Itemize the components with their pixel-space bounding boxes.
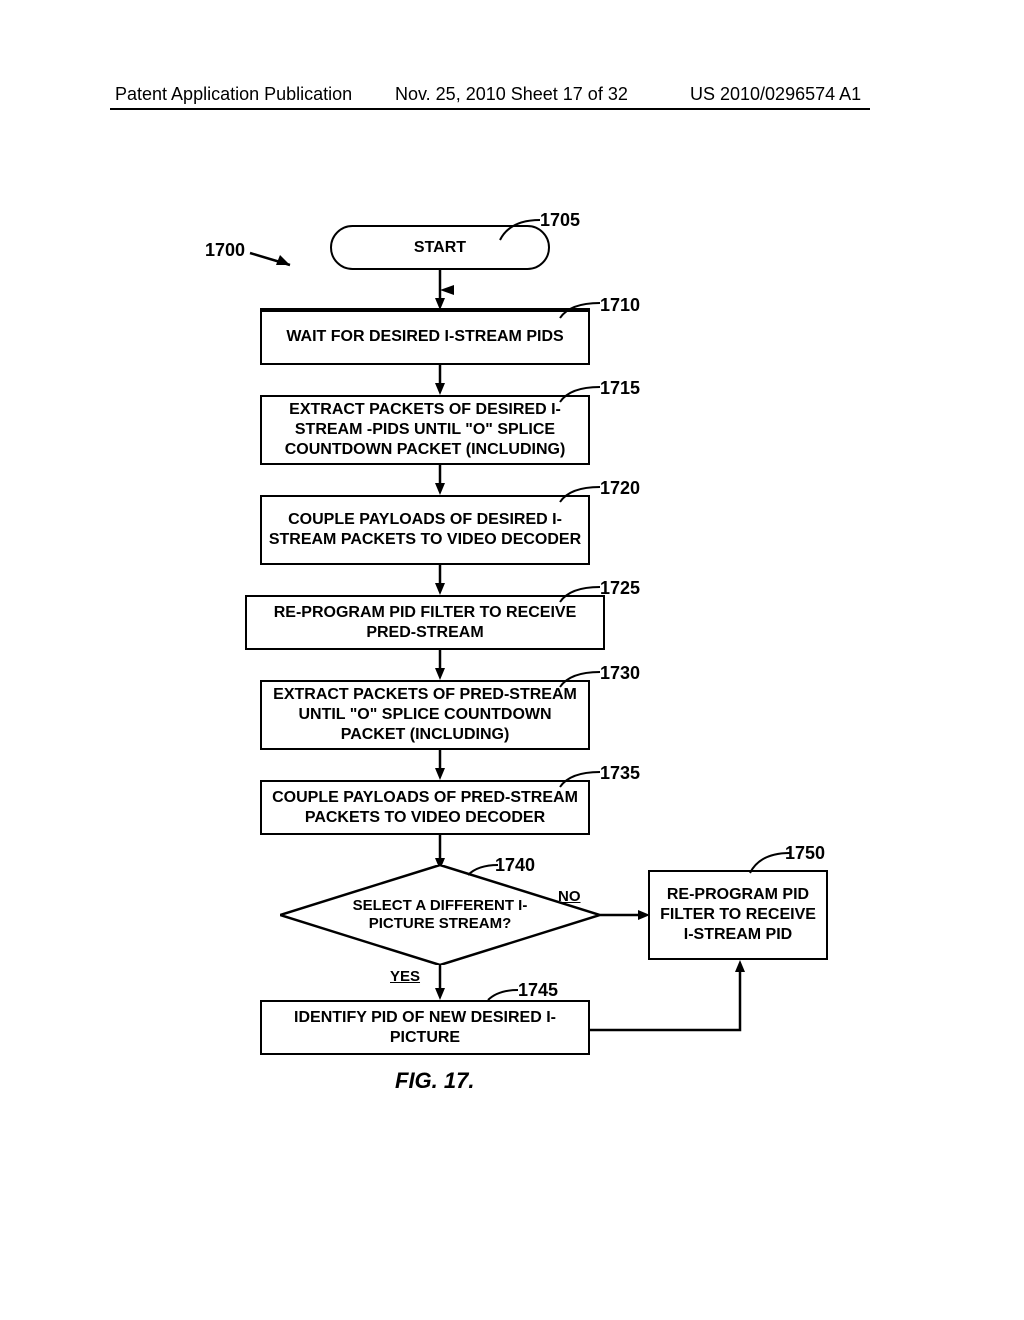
- arrow-right-icon: [600, 910, 650, 926]
- arrow-down-icon: [435, 965, 455, 1000]
- leader-icon: [500, 215, 550, 245]
- arrow-flag-icon: [250, 245, 310, 265]
- header-center: Nov. 25, 2010 Sheet 17 of 32: [395, 84, 628, 105]
- header-right: US 2010/0296574 A1: [690, 84, 861, 105]
- yes-label: YES: [390, 968, 420, 985]
- header-left: Patent Application Publication: [115, 84, 352, 105]
- no-label: NO: [558, 888, 581, 905]
- page: Patent Application Publication Nov. 25, …: [0, 0, 1024, 1320]
- leader-icon: [488, 985, 528, 1005]
- connector-icon: [590, 960, 760, 1040]
- ref-1700: 1700: [205, 240, 245, 261]
- step-1745: IDENTIFY PID OF NEW DESIRED I-PICTURE: [260, 1000, 590, 1055]
- header-rule: [110, 108, 870, 110]
- feedback-merge-icon: [440, 285, 840, 885]
- figure-caption: FIG. 17.: [395, 1068, 474, 1094]
